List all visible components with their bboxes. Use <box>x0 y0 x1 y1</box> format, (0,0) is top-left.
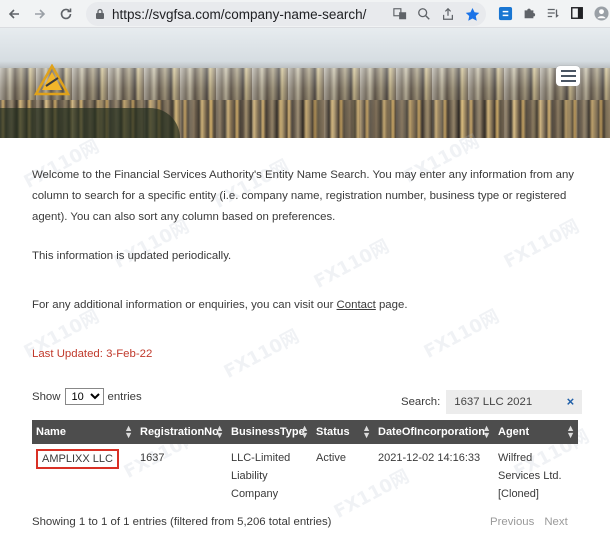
watermark: FX110网 <box>310 235 393 293</box>
column-header-label: DateOfIncorporation <box>378 426 485 438</box>
zoom-icon[interactable] <box>416 6 432 22</box>
reading-list-icon[interactable] <box>544 4 562 22</box>
watermark: FX110网 <box>420 305 503 363</box>
arrow-right-icon <box>35 8 46 19</box>
search-box: × <box>446 390 583 414</box>
hamburger-line <box>560 80 576 82</box>
show-label: Show <box>32 390 61 403</box>
url-text: https://svgfsa.com/company-name-search/ <box>112 6 367 22</box>
bookmark-star-icon[interactable] <box>464 6 480 22</box>
fsa-logo-icon[interactable] <box>34 64 70 96</box>
hamburger-line <box>560 75 576 77</box>
sort-icon: ▲ ▼ <box>124 423 133 440</box>
contact-link[interactable]: Contact <box>337 299 376 311</box>
contact-suffix: page. <box>375 299 408 311</box>
search-control: Search: × <box>401 390 583 414</box>
intro-paragraph: Welcome to the Financial Services Author… <box>32 169 575 223</box>
sort-icon: ▲ ▼ <box>300 423 309 440</box>
search-input[interactable] <box>446 390 559 414</box>
highlighted-entity-name: AMPLIXX LLC <box>36 449 119 469</box>
column-header-label: Status <box>316 426 350 438</box>
cell-date-of-incorporation: 2021-12-02 14:16:33 <box>378 452 481 464</box>
next-button[interactable]: Next <box>544 516 567 528</box>
column-header-label: Name <box>36 426 66 438</box>
contact-paragraph: For any additional information or enquir… <box>32 299 407 311</box>
hero-trees <box>0 108 180 138</box>
column-header-label: BusinessType <box>231 426 305 438</box>
update-notice: This information is updated periodically… <box>32 250 232 262</box>
share-icon[interactable] <box>440 6 456 22</box>
cell-business-type: LLC-Limited Liability Company <box>231 452 291 500</box>
watermark: FX110网 <box>220 325 303 383</box>
arrow-left-icon <box>8 8 19 19</box>
column-header-status[interactable]: Status ▲ ▼ <box>312 420 374 444</box>
column-header-label: RegistrationNo <box>140 426 219 438</box>
hamburger-menu-button[interactable] <box>556 66 580 86</box>
table-header-row: Name ▲ ▼ RegistrationNo ▲ ▼ BusinessType ▲ ▼ S… <box>32 420 578 444</box>
sort-icon: ▲ ▼ <box>215 423 224 440</box>
table-row[interactable]: AMPLIXX LLC 1637 LLC-Limited Liability C… <box>32 444 578 508</box>
column-header-registration-no[interactable]: RegistrationNo ▲ ▼ <box>136 420 227 444</box>
column-header-business-type[interactable]: BusinessType ▲ ▼ <box>227 420 312 444</box>
clear-search-icon[interactable]: × <box>567 394 575 409</box>
entries-select[interactable]: 10 <box>64 388 104 405</box>
translate-icon[interactable] <box>392 6 408 22</box>
cell-registration-no: 1637 <box>140 452 165 464</box>
sort-icon: ▲ ▼ <box>566 423 575 440</box>
hero-banner <box>0 28 610 138</box>
sort-icon: ▲ ▼ <box>482 423 491 440</box>
reload-icon <box>60 8 72 19</box>
column-header-name[interactable]: Name ▲ ▼ <box>32 420 136 444</box>
profile-avatar-icon[interactable] <box>592 4 610 22</box>
sort-icon: ▲ ▼ <box>362 423 371 440</box>
cell-agent: Wilfred Services Ltd. [Cloned] <box>498 452 562 500</box>
extensions-puzzle-icon[interactable] <box>520 4 538 22</box>
previous-button[interactable]: Previous <box>490 516 534 528</box>
entries-label: entries <box>107 390 142 403</box>
pagination: Previous Next <box>490 516 568 528</box>
forward-button[interactable] <box>28 2 52 26</box>
table-info: Showing 1 to 1 of 1 entries (filtered fr… <box>32 516 332 528</box>
entity-table: Name ▲ ▼ RegistrationNo ▲ ▼ BusinessType ▲ ▼ S… <box>32 420 578 508</box>
entries-length-control: Show 10 entries <box>32 388 142 405</box>
cell-name: AMPLIXX LLC <box>32 444 136 508</box>
reload-button[interactable] <box>54 2 78 26</box>
contact-prefix: For any additional information or enquir… <box>32 299 337 311</box>
address-bar[interactable]: https://svgfsa.com/company-name-search/ <box>86 2 486 26</box>
lock-icon <box>96 8 104 19</box>
hamburger-line <box>560 70 576 72</box>
column-header-agent[interactable]: Agent ▲ ▼ <box>494 420 578 444</box>
search-label: Search: <box>401 396 441 408</box>
side-panel-icon[interactable] <box>568 4 586 22</box>
extension-s-icon[interactable] <box>496 4 514 22</box>
browser-toolbar: https://svgfsa.com/company-name-search/ <box>0 0 610 28</box>
cell-status: Active <box>316 452 346 464</box>
column-header-label: Agent <box>498 426 530 438</box>
column-header-date-of-incorporation[interactable]: DateOfIncorporation ▲ ▼ <box>374 420 494 444</box>
last-updated: Last Updated: 3-Feb-22 <box>32 348 153 360</box>
back-button[interactable] <box>2 2 26 26</box>
